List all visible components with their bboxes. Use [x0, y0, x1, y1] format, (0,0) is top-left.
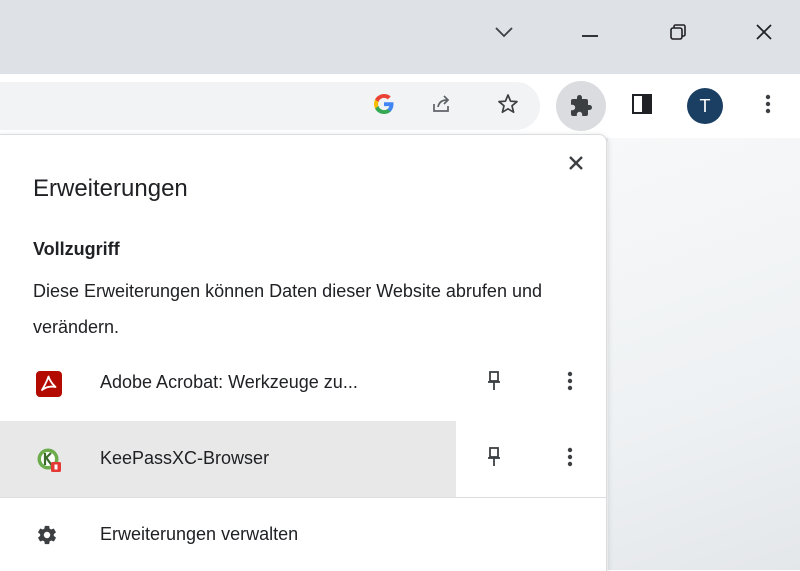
pin-button[interactable]: [478, 443, 510, 475]
minimize-button[interactable]: [570, 14, 610, 54]
star-icon: [496, 92, 520, 121]
more-vert-icon: [567, 370, 573, 397]
more-vert-icon: [765, 93, 771, 120]
chevron-down-icon: [494, 25, 514, 43]
google-g-icon: [372, 92, 396, 121]
extension-name: Adobe Acrobat: Werkzeuge zu...: [100, 372, 358, 392]
address-bar[interactable]: [0, 82, 540, 130]
keepassxc-icon: [36, 447, 62, 473]
google-lens-button[interactable]: [366, 88, 402, 124]
manage-extensions-label: Erweiterungen verwalten: [100, 524, 299, 544]
close-icon: [568, 155, 584, 176]
section-description: Diese Erweiterungen können Daten dieser …: [33, 281, 542, 337]
web-page-content: [608, 138, 800, 570]
pin-icon: [487, 370, 501, 397]
tab-search-button[interactable]: [484, 14, 524, 54]
gear-icon: [36, 524, 58, 546]
side-panel-icon: [631, 93, 653, 120]
browser-toolbar: T: [0, 74, 800, 138]
chrome-menu-button[interactable]: [750, 88, 786, 124]
avatar-letter: T: [699, 95, 711, 116]
share-button[interactable]: [424, 88, 460, 124]
more-options-button[interactable]: [554, 367, 586, 399]
pin-icon: [487, 446, 501, 473]
more-options-button[interactable]: [554, 443, 586, 475]
extension-name: KeePassXC-Browser: [100, 448, 270, 468]
minimize-icon: [581, 25, 599, 43]
restore-icon: [669, 23, 687, 46]
close-icon: [755, 23, 773, 46]
popup-close-button[interactable]: [558, 147, 594, 183]
more-vert-icon: [567, 446, 573, 473]
manage-extensions-button[interactable]: Erweiterungen verwalten: [0, 498, 606, 571]
extensions-popup: Erweiterungen Vollzugriff Diese Erweiter…: [0, 134, 607, 571]
close-window-button[interactable]: [744, 14, 784, 54]
adobe-acrobat-icon: [36, 371, 62, 397]
restore-button[interactable]: [658, 14, 698, 54]
popup-title: Erweiterungen: [33, 175, 188, 202]
pin-button[interactable]: [478, 367, 510, 399]
title-bar: [0, 0, 800, 74]
extension-row-keepassxc[interactable]: KeePassXC-Browser: [0, 421, 606, 497]
extension-row-adobe-acrobat[interactable]: Adobe Acrobat: Werkzeuge zu...: [0, 345, 606, 421]
profile-avatar[interactable]: T: [687, 88, 723, 124]
share-icon: [430, 92, 454, 121]
section-heading: Vollzugriff: [33, 239, 120, 259]
bookmark-button[interactable]: [490, 88, 526, 124]
side-panel-button[interactable]: [624, 88, 660, 124]
puzzle-icon: [563, 88, 599, 124]
